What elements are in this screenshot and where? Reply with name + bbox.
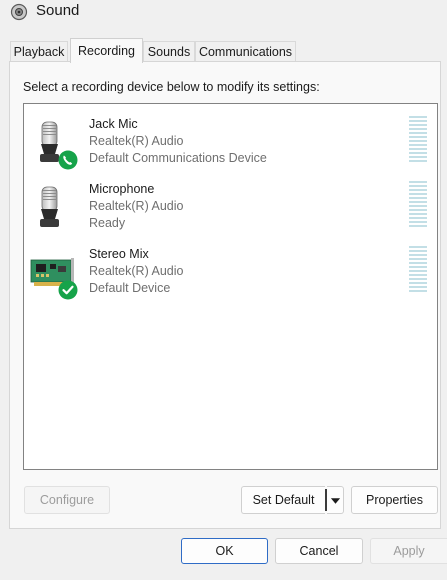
level-meter-stereo-mix [409, 246, 427, 296]
level-meter-segment [409, 136, 427, 138]
cancel-button[interactable]: Cancel [275, 538, 363, 564]
level-meter-segment [409, 225, 427, 227]
level-meter-segment [409, 278, 427, 280]
device-driver: Realtek(R) Audio [89, 134, 184, 148]
level-meter-segment [409, 197, 427, 199]
apply-button[interactable]: Apply [370, 538, 447, 564]
level-meter-segment [409, 116, 427, 118]
level-meter-segment [409, 140, 427, 142]
device-status: Default Device [89, 281, 171, 295]
level-meter-segment [409, 181, 427, 183]
caret-down-icon [330, 497, 340, 504]
tab-recording[interactable]: Recording [70, 38, 143, 63]
device-list[interactable]: Jack Mic Realtek(R) Audio Default Commun… [23, 103, 438, 470]
level-meter-segment [409, 132, 427, 134]
device-name: Stereo Mix [89, 247, 149, 261]
ok-button[interactable]: OK [181, 538, 268, 564]
level-meter-segment [409, 286, 427, 288]
level-meter-segment [409, 274, 427, 276]
device-item-microphone[interactable]: Microphone Realtek(R) Audio Ready [24, 177, 437, 239]
level-meter-segment [409, 282, 427, 284]
device-name: Jack Mic [89, 117, 138, 131]
level-meter-segment [409, 193, 427, 195]
level-meter-segment [409, 258, 427, 260]
level-meter-segment [409, 290, 427, 292]
device-status: Ready [89, 216, 126, 230]
level-meter-segment [409, 185, 427, 187]
title-bar: Sound [0, 0, 447, 30]
level-meter-jack-mic [409, 116, 427, 166]
level-meter-segment [409, 201, 427, 203]
level-meter-segment [409, 144, 427, 146]
set-default-button[interactable]: Set Default [241, 486, 325, 514]
level-meter-microphone [409, 181, 427, 231]
checkmark-badge-icon [58, 280, 78, 300]
properties-button[interactable]: Properties [351, 486, 438, 514]
level-meter-segment [409, 217, 427, 219]
level-meter-segment [409, 209, 427, 211]
level-meter-segment [409, 266, 427, 268]
level-meter-segment [409, 152, 427, 154]
level-meter-segment [409, 250, 427, 252]
configure-button[interactable]: Configure [24, 486, 110, 514]
level-meter-segment [409, 120, 427, 122]
level-meter-segment [409, 246, 427, 248]
set-default-split-button[interactable]: Set Default [241, 486, 344, 514]
device-driver: Realtek(R) Audio [89, 199, 184, 213]
level-meter-segment [409, 189, 427, 191]
device-status: Default Communications Device [89, 151, 267, 165]
level-meter-segment [409, 270, 427, 272]
device-item-stereo-mix[interactable]: Stereo Mix Realtek(R) Audio Default Devi… [24, 242, 437, 304]
level-meter-segment [409, 205, 427, 207]
level-meter-segment [409, 128, 427, 130]
tab-playback[interactable]: Playback [10, 41, 68, 62]
level-meter-segment [409, 262, 427, 264]
window-title: Sound [36, 2, 80, 19]
set-default-dropdown[interactable] [327, 486, 344, 514]
instructions-text: Select a recording device below to modif… [23, 80, 320, 94]
level-meter-segment [409, 156, 427, 158]
level-meter-segment [409, 160, 427, 162]
tab-sounds[interactable]: Sounds [143, 41, 195, 62]
tab-communications[interactable]: Communications [195, 41, 296, 62]
device-item-jack-mic[interactable]: Jack Mic Realtek(R) Audio Default Commun… [24, 112, 437, 174]
device-name: Microphone [89, 182, 155, 196]
level-meter-segment [409, 221, 427, 223]
phone-badge-icon [58, 150, 78, 170]
level-meter-segment [409, 254, 427, 256]
level-meter-segment [409, 124, 427, 126]
level-meter-segment [409, 213, 427, 215]
device-driver: Realtek(R) Audio [89, 264, 184, 278]
microphone-icon [40, 186, 59, 227]
speaker-icon [10, 3, 28, 21]
level-meter-segment [409, 148, 427, 150]
